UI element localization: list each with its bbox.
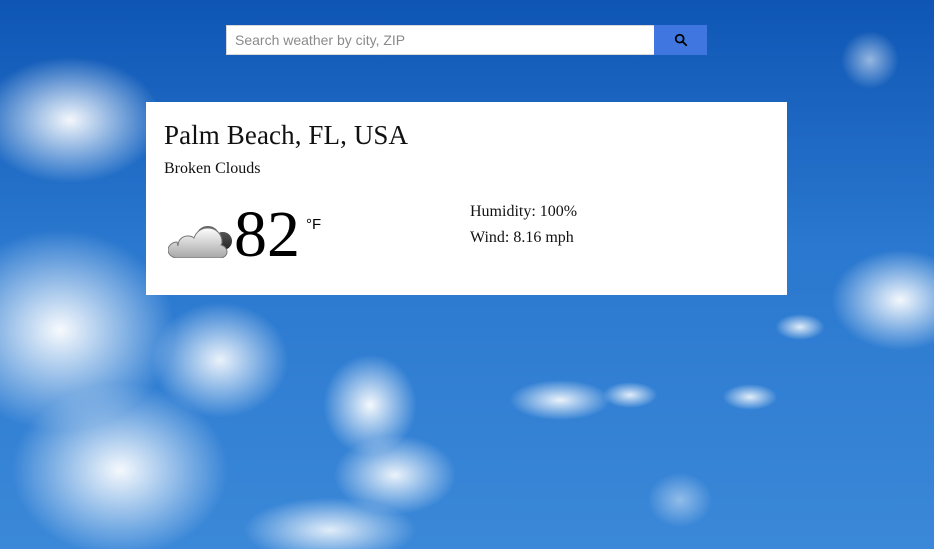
wind-text: Wind: 8.16 mph xyxy=(470,229,574,246)
search-icon xyxy=(674,33,687,47)
search-input[interactable] xyxy=(226,25,654,55)
search-bar xyxy=(226,25,707,55)
search-button[interactable] xyxy=(654,25,707,55)
temperature-unit: °F xyxy=(306,216,322,233)
temperature-value: 82 xyxy=(234,198,300,271)
location-title: Palm Beach, FL, USA xyxy=(164,120,409,150)
weather-description: Broken Clouds xyxy=(164,160,261,177)
humidity-text: Humidity: 100% xyxy=(470,203,578,220)
broken-clouds-icon xyxy=(168,226,232,258)
weather-card: Palm Beach, FL, USA Broken Clouds 82 °F … xyxy=(146,102,787,295)
